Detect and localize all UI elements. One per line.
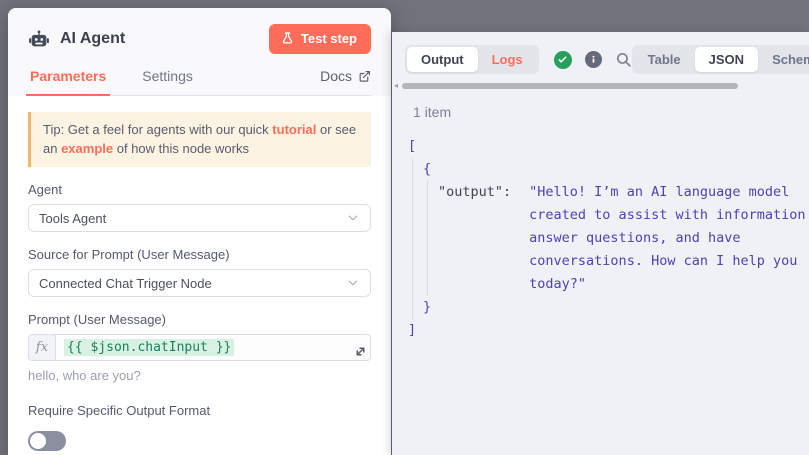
- tab-settings[interactable]: Settings: [140, 68, 195, 95]
- scroll-left-arrow[interactable]: ◂: [394, 81, 398, 90]
- horizontal-scrollbar: ◂: [392, 83, 809, 89]
- tab-output[interactable]: Output: [407, 47, 478, 72]
- json-line: [: [408, 135, 809, 158]
- prompt-field-label: Prompt (User Message): [28, 312, 371, 327]
- info-icon[interactable]: [585, 51, 602, 68]
- json-key: "output":: [438, 181, 511, 296]
- output-format-toggle[interactable]: [28, 431, 66, 451]
- tip-callout: Tip: Get a feel for agents with our quic…: [28, 112, 371, 167]
- tab-table[interactable]: Table: [634, 47, 695, 72]
- expression-value: {{ $json.chatInput }}: [64, 339, 234, 356]
- tab-parameters[interactable]: Parameters: [28, 68, 108, 95]
- expression-preview: hello, who are you?: [28, 368, 371, 383]
- json-output-entry: "output": "Hello! I’m an AI language mod…: [438, 181, 809, 296]
- prompt-source-label: Source for Prompt (User Message): [28, 247, 371, 262]
- scrollbar-thumb[interactable]: [402, 83, 738, 89]
- external-link-icon: [358, 70, 371, 83]
- json-value: "Hello! I’m an AI language modelcreated …: [529, 181, 805, 296]
- flask-icon: [281, 32, 294, 45]
- prompt-expression-input[interactable]: fx {{ $json.chatInput }}: [28, 334, 371, 361]
- output-toolbar: Output Logs Table JSON Schema: [392, 32, 809, 74]
- test-step-button[interactable]: Test step: [269, 24, 371, 54]
- expand-expression-icon[interactable]: [354, 345, 367, 358]
- node-title: AI Agent: [60, 30, 269, 48]
- tab-logs[interactable]: Logs: [478, 47, 537, 72]
- tutorial-link[interactable]: tutorial: [272, 122, 316, 137]
- search-icon[interactable]: [615, 51, 632, 68]
- example-link[interactable]: example: [61, 141, 113, 156]
- tab-json[interactable]: JSON: [695, 47, 758, 72]
- node-settings-panel: AI Agent Test step Parameters Settings D…: [8, 8, 391, 455]
- chevron-down-icon: [346, 276, 360, 290]
- chevron-down-icon: [346, 211, 360, 225]
- json-output-view: [ { "output": "Hello! I’m an AI language…: [408, 135, 809, 342]
- agent-field-label: Agent: [28, 182, 371, 197]
- robot-icon: [28, 28, 50, 50]
- json-line: ]: [408, 319, 809, 342]
- json-line: {: [423, 158, 809, 181]
- tab-schema[interactable]: Schema: [758, 47, 809, 72]
- json-object-level: "output": "Hello! I’m an AI language mod…: [427, 181, 809, 296]
- prompt-source-select[interactable]: Connected Chat Trigger Node: [28, 269, 371, 297]
- view-mode-switch: Table JSON Schema: [632, 45, 809, 74]
- output-format-label: Require Specific Output Format: [28, 403, 371, 418]
- output-logs-switch: Output Logs: [405, 45, 539, 74]
- json-line: }: [423, 296, 809, 319]
- fx-badge: fx: [29, 335, 56, 360]
- docs-link[interactable]: Docs: [320, 68, 371, 95]
- node-header: AI Agent Test step Parameters Settings D…: [8, 8, 391, 96]
- toggle-knob: [30, 433, 46, 449]
- success-check-icon: [554, 51, 572, 69]
- agent-select[interactable]: Tools Agent: [28, 204, 371, 232]
- output-panel: Output Logs Table JSON Schema ◂ 1 item [: [392, 32, 809, 455]
- json-array-level: { "output": "Hello! I’m an AI language m…: [412, 158, 809, 319]
- node-tabs: Parameters Settings Docs: [28, 68, 371, 96]
- items-count: 1 item: [413, 104, 809, 120]
